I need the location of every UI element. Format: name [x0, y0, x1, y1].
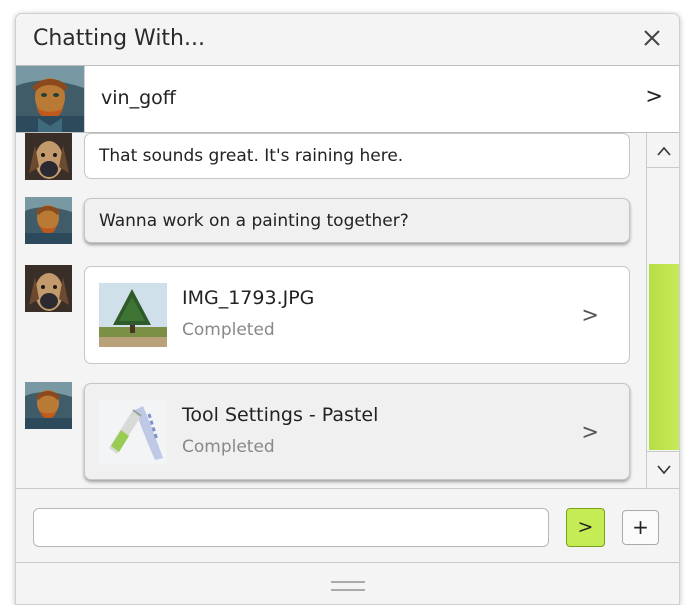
scroll-thumb[interactable]	[649, 264, 679, 450]
file-transfer-item-mine[interactable]: Tool Settings - Pastel Completed >	[84, 383, 630, 480]
title-bar: Chatting With...	[16, 14, 679, 66]
contact-name: vin_goff	[101, 87, 176, 109]
contact-avatar	[16, 66, 84, 132]
pastel-tool-icon	[99, 400, 167, 464]
file-status: Completed	[182, 437, 275, 457]
send-button[interactable]: >	[566, 508, 605, 547]
file-status: Completed	[182, 320, 275, 340]
resize-footer[interactable]	[16, 562, 679, 604]
message-bubble-mine: Wanna work on a painting together?	[84, 198, 630, 243]
vangogh-avatar	[25, 382, 72, 429]
message-input[interactable]	[33, 508, 549, 547]
scroll-down-button[interactable]	[647, 451, 679, 488]
close-icon[interactable]	[637, 23, 667, 53]
message-text: Wanna work on a painting together?	[99, 211, 409, 231]
chevron-down-icon	[656, 465, 671, 475]
file-name: Tool Settings - Pastel	[182, 404, 379, 426]
resize-grip-icon[interactable]	[331, 581, 365, 591]
open-file-arrow[interactable]: >	[581, 420, 599, 444]
add-attachment-button[interactable]: +	[622, 510, 659, 545]
scroll-up-button[interactable]	[647, 133, 679, 168]
window-title: Chatting With...	[33, 26, 205, 51]
divider	[84, 66, 85, 132]
message-list: That sounds great. It's raining here. Wa…	[16, 133, 646, 488]
tree-image-thumbnail	[99, 283, 167, 347]
compose-area: > +	[16, 488, 679, 563]
dog-avatar	[25, 265, 72, 312]
chevron-up-icon	[656, 146, 671, 156]
message-bubble: That sounds great. It's raining here.	[84, 133, 630, 179]
contact-row[interactable]: vin_goff >	[16, 66, 679, 133]
vertical-scrollbar[interactable]	[646, 133, 679, 488]
vangogh-avatar	[25, 197, 72, 244]
message-text: That sounds great. It's raining here.	[99, 146, 404, 166]
dog-avatar	[25, 133, 72, 180]
contact-details-arrow[interactable]: >	[645, 84, 663, 108]
open-file-arrow[interactable]: >	[581, 303, 599, 327]
chat-window: Chatting With... vin_goff > That sounds …	[15, 13, 680, 605]
file-transfer-item[interactable]: IMG_1793.JPG Completed >	[84, 266, 630, 364]
file-name: IMG_1793.JPG	[182, 287, 315, 309]
